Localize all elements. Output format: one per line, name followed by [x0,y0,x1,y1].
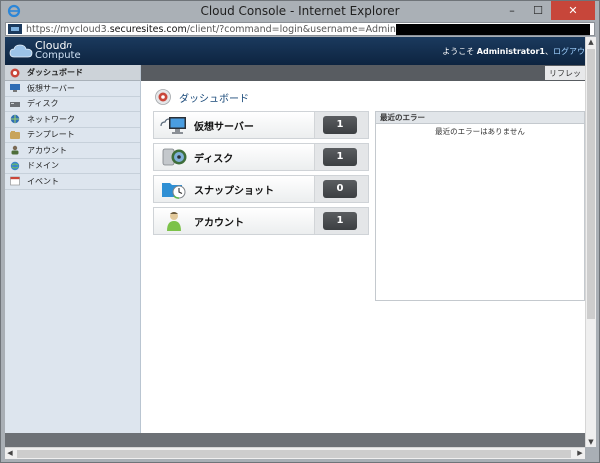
card-count-panel: 1 [314,208,368,234]
redacted-region [396,24,590,35]
sidebar-item-event[interactable]: イベント [5,174,140,190]
cloud-logo-icon [9,44,33,58]
username: Administrator1 [476,47,545,56]
sidebar-item-virtual-server[interactable]: 仮想サーバー [5,81,140,97]
sidebar-item-label: テンプレート [27,130,75,140]
sidebar-item-label: アカウント [27,145,67,155]
title-bar: Cloud Console - Internet Explorer – ☐ ✕ [1,1,599,21]
separator: 、 [545,47,553,56]
page-viewport: Cloudn Compute ようこそ Administrator1、ログアウ … [5,37,585,447]
welcome-text: ようこそ [442,47,477,56]
card-disk[interactable]: ディスク 1 [153,143,369,171]
sidebar-item-label: イベント [27,176,59,186]
snapshot-icon [162,183,186,199]
logo-text: Cloudn Compute [35,40,81,61]
event-icon [10,176,20,186]
scroll-down-icon[interactable]: ▼ [586,437,596,447]
refresh-button[interactable]: リフレッ [545,66,585,80]
sidebar-item-account[interactable]: アカウント [5,143,140,159]
card-label: スナップショット [194,186,274,197]
logo-sub: Compute [35,50,81,61]
dashboard-icon [10,68,20,77]
card-account[interactable]: アカウント 1 [153,207,369,235]
recent-errors-empty-message: 最近のエラーはありません [435,127,525,136]
toolbar-strip: リフレッ [141,65,585,81]
card-count-panel: 1 [314,144,368,170]
sidebar: ダッシュボード 仮想サーバー ディスク ネットワーク テンプレート アカウント [5,65,141,447]
sidebar-item-template[interactable]: テンプレート [5,128,140,143]
vertical-scrollbar[interactable]: ▲ ▼ [585,37,596,447]
card-snapshot[interactable]: スナップショット 0 [153,175,369,203]
sidebar-header-label: ダッシュボード [27,68,83,77]
card-label: 仮想サーバー [194,122,254,133]
scroll-right-icon[interactable]: ▶ [575,448,585,459]
card-label: アカウント [194,218,244,229]
account-icon [11,146,19,155]
network-icon [10,115,20,124]
url-prefix: https://mycloud3. [26,24,110,35]
main-content: ダッシュボード 仮想サーバー 1 ディスク 1 スナップショット 0 アカウント… [141,81,585,447]
server-icon [10,84,20,93]
scroll-left-icon[interactable]: ◀ [5,448,15,459]
sidebar-item-label: ネットワーク [27,114,75,124]
browser-window: Cloud Console - Internet Explorer – ☐ ✕ … [0,0,600,463]
recent-errors-title: 最近のエラー [376,112,584,124]
app-header: Cloudn Compute ようこそ Administrator1、ログアウ [5,37,585,65]
count-badge: 1 [323,116,357,134]
domain-icon [10,161,20,170]
horizontal-scrollbar[interactable]: ◀ ▶ [5,447,585,459]
close-button[interactable]: ✕ [551,1,595,20]
account-icon [167,212,181,231]
window-controls: – ☐ ✕ [499,1,595,21]
recent-errors-panel: 最近のエラー 最近のエラーはありません [375,111,585,301]
cloudn-compute-logo: Cloudn Compute [9,39,81,63]
disk-icon [162,148,187,166]
minimize-button[interactable]: – [499,1,525,20]
url-domain: securesites.com [109,24,187,35]
count-badge: 1 [323,148,357,166]
card-count-panel: 0 [314,176,368,202]
horizontal-scroll-thumb[interactable] [17,450,571,458]
logout-link[interactable]: ログアウ [553,47,585,56]
address-bar[interactable]: https://mycloud3.securesites.com/client/… [5,22,595,36]
sidebar-item-disk[interactable]: ディスク [5,97,140,112]
site-favicon-icon [8,24,22,34]
dashboard-icon [155,89,171,105]
page-footer-bar [5,433,585,447]
welcome-message: ようこそ Administrator1、ログアウ [442,46,585,57]
virtual-server-icon [160,117,186,134]
disk-icon [10,101,20,107]
card-label: ディスク [194,154,234,165]
sidebar-item-label: ドメイン [27,161,59,171]
template-icon [10,130,20,139]
breadcrumb: ダッシュボード [155,89,249,105]
sidebar-item-label: 仮想サーバー [27,83,75,93]
page-title[interactable]: ダッシュボード [179,90,249,105]
count-badge: 1 [323,212,357,230]
sidebar-item-domain[interactable]: ドメイン [5,159,140,174]
card-virtual-server[interactable]: 仮想サーバー 1 [153,111,369,139]
count-badge: 0 [323,180,357,198]
vertical-scroll-thumb[interactable] [587,49,595,319]
sidebar-item-dashboard[interactable]: ダッシュボード [5,65,140,81]
sidebar-item-label: ディスク [27,99,59,109]
scroll-up-icon[interactable]: ▲ [586,37,596,47]
sidebar-item-network[interactable]: ネットワーク [5,112,140,128]
card-count-panel: 1 [314,112,368,138]
maximize-button[interactable]: ☐ [525,1,551,20]
